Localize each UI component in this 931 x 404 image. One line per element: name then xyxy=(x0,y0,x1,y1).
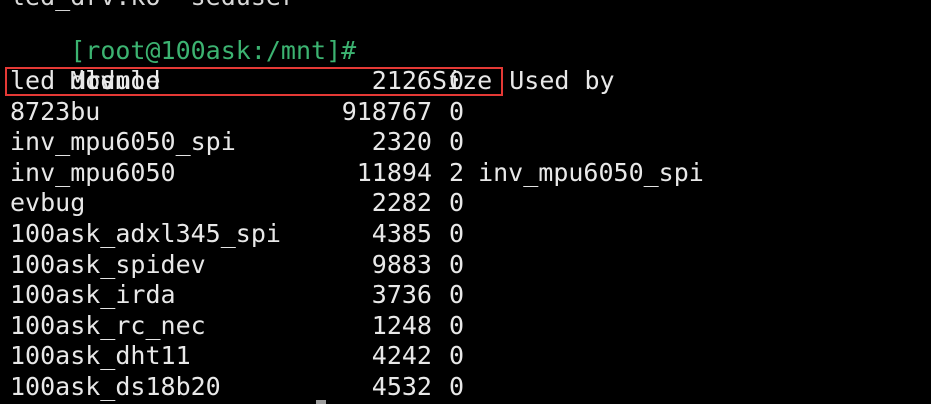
module-size: 4385 xyxy=(371,219,432,248)
module-size: 2282 xyxy=(371,188,432,218)
table-row: 100ask_adxl345_spi 4385 0 xyxy=(10,219,464,249)
module-name: 8723bu xyxy=(10,96,101,126)
terminal-window[interactable]: led_drv.ko seduser [root@100ask:/mnt]# l… xyxy=(0,0,931,404)
prompt-line: [root@100ask:/mnt]# lsmod xyxy=(10,6,356,95)
module-used-by: inv_mpu6050_spi xyxy=(478,157,704,187)
module-used-count: 0 xyxy=(449,66,465,95)
module-used-count: 0 xyxy=(449,96,465,126)
table-row: 100ask_spidev 9883 0 xyxy=(10,250,464,280)
module-size: 4242 xyxy=(371,341,432,371)
module-size: 918767 xyxy=(341,96,432,126)
module-name: 100ask_irda xyxy=(10,280,176,310)
module-size: 3736 xyxy=(371,280,432,310)
module-name: inv_mpu6050 xyxy=(10,157,176,187)
module-used-count: 0 xyxy=(449,127,465,157)
module-name: 100ask_spidev xyxy=(10,249,206,279)
module-size: 2126 xyxy=(371,66,432,95)
header-used-by: Used by xyxy=(509,66,615,95)
table-row: 100ask_rc_nec 1248 0 xyxy=(10,311,464,341)
module-size: 9883 xyxy=(371,249,432,279)
module-size: 1248 xyxy=(371,310,432,340)
module-name: led_drv xyxy=(10,66,116,95)
module-name: 100ask_rc_nec xyxy=(10,310,206,340)
module-used-count: 0 xyxy=(449,310,465,340)
module-name: 100ask_adxl345_spi xyxy=(10,219,281,248)
table-header: Module Size Used by xyxy=(10,36,614,95)
module-size: 4532 xyxy=(371,372,432,401)
table-row: inv_mpu6050 11894 2 inv_mpu6050_spi xyxy=(10,158,704,188)
module-name: 100ask_ds18b20 xyxy=(10,372,221,401)
table-row: 100ask_ds18b20 4532 0 xyxy=(10,372,464,402)
table-row: led_drv 2126 0 xyxy=(10,66,464,96)
table-row: 8723bu 918767 0 xyxy=(10,97,464,127)
module-used-count: 0 xyxy=(449,341,465,371)
module-size: 11894 xyxy=(356,157,432,187)
cursor xyxy=(316,400,326,404)
table-row: 100ask_dht11 4242 0 xyxy=(10,341,464,371)
table-row: 100ask_irda 3736 0 xyxy=(10,280,464,310)
module-size: 2320 xyxy=(371,127,432,157)
module-used-count: 0 xyxy=(449,219,465,248)
module-used-count: 0 xyxy=(449,372,465,401)
module-name: inv_mpu6050_spi xyxy=(10,127,236,157)
module-used-count: 0 xyxy=(449,280,465,310)
table-row: evbug 2282 0 xyxy=(10,188,464,218)
module-name: 100ask_dht11 xyxy=(10,341,191,371)
table-row: inv_mpu6050_spi 2320 0 xyxy=(10,127,464,157)
module-used-count: 0 xyxy=(449,249,465,279)
module-name: evbug xyxy=(10,188,86,218)
module-used-count: 2 xyxy=(449,157,465,187)
module-used-count: 0 xyxy=(449,188,465,218)
